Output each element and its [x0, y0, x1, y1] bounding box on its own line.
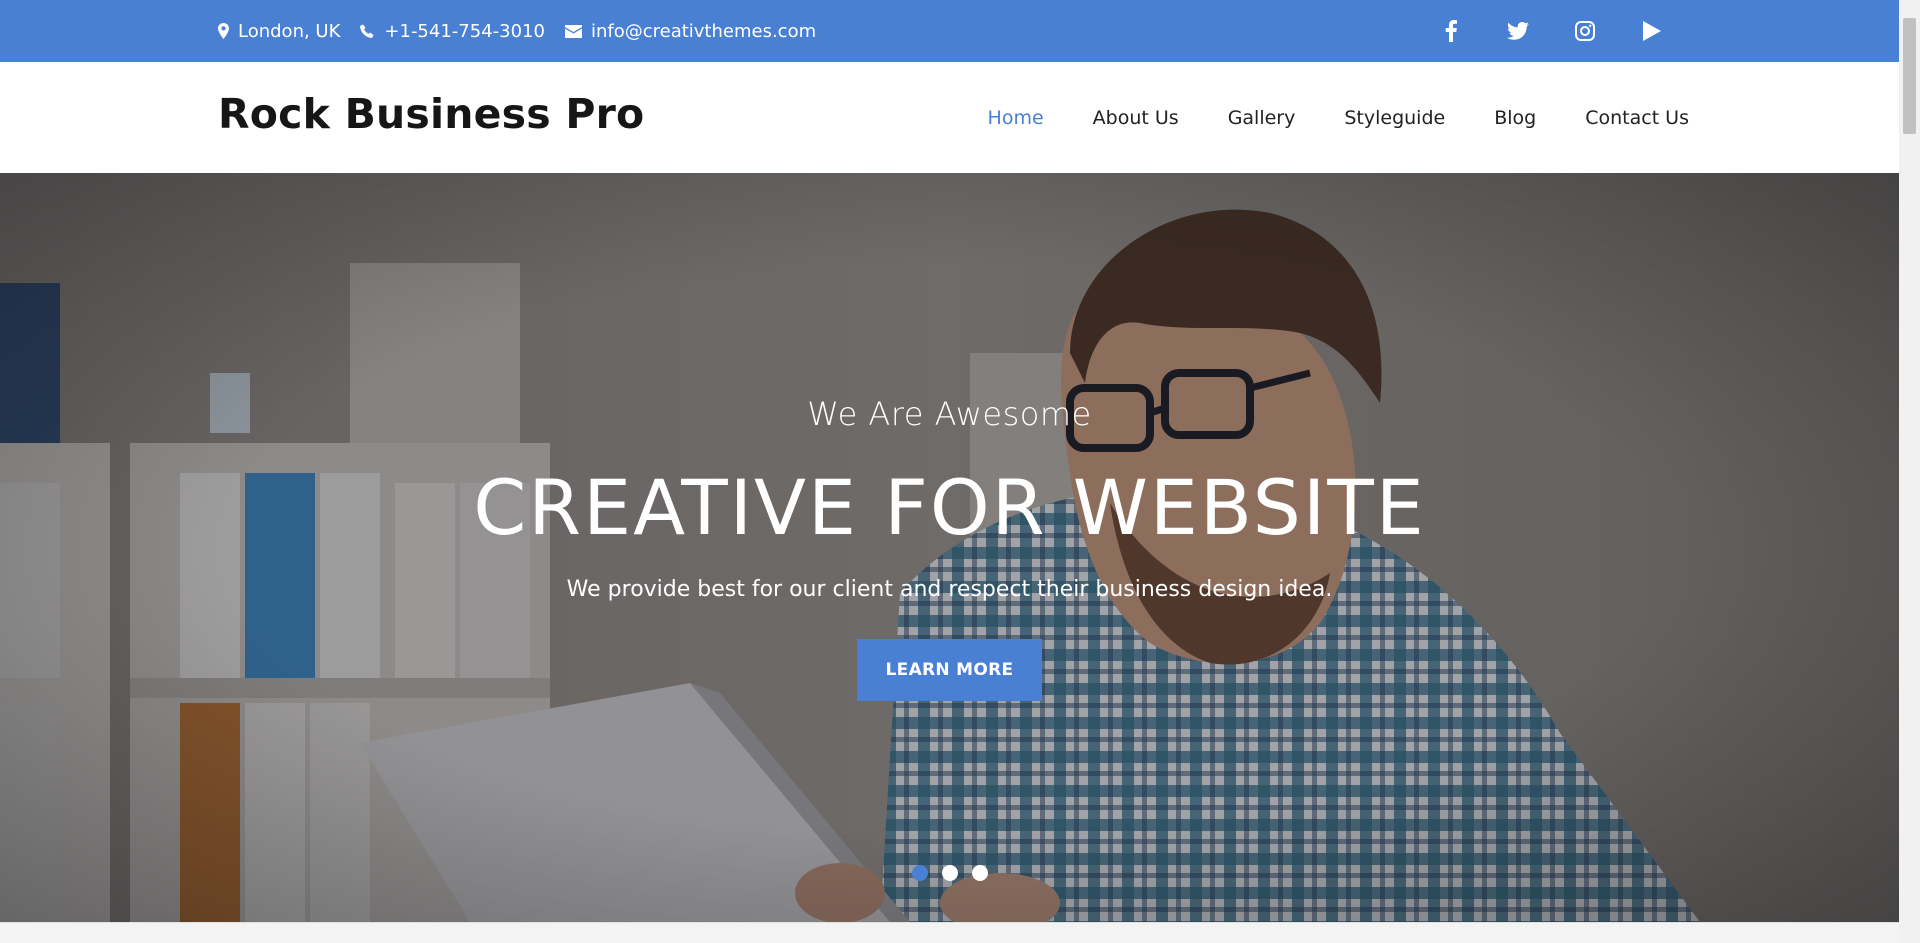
top-bar: London, UK +1-541-754-3010 info@creativt… — [0, 0, 1899, 62]
main-nav: Home About Us Gallery Styleguide Blog Co… — [939, 62, 1689, 173]
phone-item[interactable]: +1-541-754-3010 — [360, 21, 545, 42]
twitter-icon[interactable] — [1504, 17, 1532, 45]
facebook-icon[interactable] — [1437, 17, 1465, 45]
location-text: London, UK — [238, 20, 341, 42]
instagram-icon[interactable] — [1571, 17, 1599, 45]
location-item: London, UK — [218, 21, 340, 42]
email-text[interactable]: info@creativthemes.com — [591, 21, 816, 42]
phone-icon — [360, 24, 374, 38]
slide-dot-2[interactable] — [941, 865, 958, 881]
hero-description: We provide best for our client and respe… — [566, 577, 1333, 602]
nav-blog[interactable]: Blog — [1494, 107, 1536, 129]
phone-text[interactable]: +1-541-754-3010 — [384, 21, 545, 42]
contact-info: London, UK +1-541-754-3010 info@creativt… — [218, 0, 836, 62]
nav-gallery[interactable]: Gallery — [1228, 107, 1296, 129]
site-header: Rock Business Pro Home About Us Gallery … — [0, 62, 1899, 173]
vertical-scrollbar[interactable] — [1899, 0, 1920, 943]
hero-subtitle: We Are Awesome — [807, 395, 1092, 433]
youtube-icon[interactable] — [1638, 17, 1666, 45]
scrollbar-thumb[interactable] — [1903, 18, 1916, 134]
envelope-icon — [564, 24, 582, 38]
site-logo[interactable]: Rock Business Pro — [218, 90, 644, 138]
hero-title: CREATIVE FOR WEBSITE — [473, 463, 1426, 552]
nav-contact-us[interactable]: Contact Us — [1585, 107, 1689, 129]
slide-dot-1[interactable] — [911, 865, 928, 881]
learn-more-button[interactable]: LEARN MORE — [857, 639, 1042, 701]
hero-slider: We Are Awesome CREATIVE FOR WEBSITE We p… — [0, 173, 1899, 922]
nav-styleguide[interactable]: Styleguide — [1344, 107, 1445, 129]
slider-pagination — [0, 865, 1899, 881]
page-bottom-edge — [0, 922, 1899, 943]
email-item[interactable]: info@creativthemes.com — [564, 21, 816, 42]
nav-home[interactable]: Home — [988, 107, 1044, 129]
nav-about-us[interactable]: About Us — [1093, 107, 1179, 129]
social-links — [1398, 0, 1666, 62]
map-pin-icon — [218, 23, 229, 39]
slide-dot-3[interactable] — [971, 865, 988, 881]
